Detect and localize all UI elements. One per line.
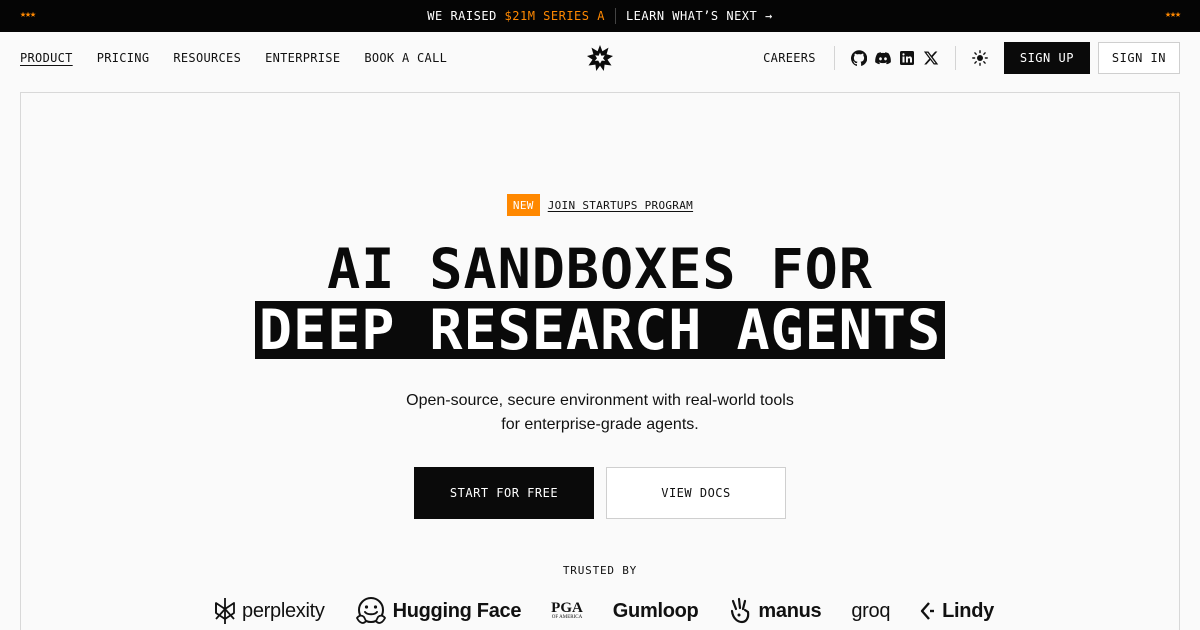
sign-in-button[interactable]: SIGN IN	[1097, 42, 1180, 74]
x-icon[interactable]	[923, 50, 939, 66]
nav-links: PRODUCT PRICING RESOURCES ENTERPRISE BOO…	[20, 32, 447, 84]
hugging-face-wordmark: Hugging Face	[392, 599, 522, 622]
announcement-bar: ★★★ WE RAISED $21M SERIES A LEARN WHAT’S…	[0, 0, 1200, 32]
hero-headline: AI SANDBOXES FOR DEEP RESEARCH AGENTS	[21, 237, 1179, 359]
perplexity-logo: perplexity	[214, 597, 325, 625]
funding-amount: $21M SERIES A	[504, 9, 605, 23]
groq-logo: groq	[851, 600, 890, 623]
manus-logo: manus	[728, 597, 822, 625]
gumloop-logo: Gumloop	[613, 600, 699, 623]
nav-link-careers[interactable]: CAREERS	[763, 51, 816, 65]
hugging-face-logo: Hugging Face	[355, 596, 522, 626]
startups-program-banner: NEW JOIN STARTUPS PROGRAM	[21, 194, 1179, 216]
cta-buttons: START FOR FREE VIEW DOCS	[21, 467, 1179, 519]
headline-line-1: AI SANDBOXES FOR	[327, 237, 873, 301]
starburst-logo-icon	[587, 45, 613, 71]
nav-link-enterprise[interactable]: ENTERPRISE	[265, 51, 340, 65]
stars-decoration-right: ★★★	[1164, 9, 1181, 20]
new-badge: NEW	[506, 194, 540, 216]
perplexity-mark-icon	[215, 598, 235, 624]
nav-link-resources[interactable]: RESOURCES	[173, 51, 241, 65]
trusted-by-label: TRUSTED BY	[562, 564, 638, 577]
sign-up-button[interactable]: SIGN UP	[1003, 42, 1090, 74]
nav-link-book-a-call[interactable]: BOOK A CALL	[364, 51, 447, 65]
brand-logo[interactable]	[586, 44, 614, 72]
announcement-divider	[614, 8, 616, 24]
github-icon[interactable]	[850, 50, 867, 66]
lindy-wordmark: Lindy	[942, 599, 994, 622]
pga-wordmark: PGA OF AMERICA	[551, 600, 583, 621]
hero-panel: NEW JOIN STARTUPS PROGRAM AI SANDBOXES F…	[20, 92, 1180, 630]
theme-toggle-sun-icon[interactable]	[971, 50, 988, 66]
announcement-content: WE RAISED $21M SERIES A LEARN WHAT’S NEX…	[0, 0, 1200, 32]
linkedin-icon[interactable]	[899, 50, 915, 66]
manus-wordmark: manus	[758, 599, 822, 622]
start-for-free-button[interactable]: START FOR FREE	[414, 467, 594, 519]
hugging-face-emoji-icon	[355, 597, 386, 624]
main-navigation: PRODUCT PRICING RESOURCES ENTERPRISE BOO…	[0, 32, 1200, 84]
trusted-logos-row: perplexity Hugging Face PGA OF AMERICA Gu…	[214, 591, 994, 630]
nav-actions: CAREERS SIGN UP SIGN IN	[763, 32, 1180, 84]
funding-announcement: WE RAISED $21M SERIES A	[427, 9, 605, 23]
join-startups-program-link[interactable]: JOIN STARTUPS PROGRAM	[548, 199, 693, 212]
subtitle-line-2: for enterprise-grade agents.	[501, 416, 699, 433]
lindy-logo: Lindy	[920, 600, 994, 623]
learn-whats-next-link[interactable]: LEARN WHAT’S NEXT →	[626, 9, 773, 23]
funding-prefix: WE RAISED	[427, 9, 505, 23]
headline-line-2-highlighted: DEEP RESEARCH AGENTS	[254, 301, 946, 359]
nav-divider	[833, 46, 835, 70]
groq-wordmark: groq	[851, 599, 891, 622]
view-docs-button[interactable]: VIEW DOCS	[606, 467, 786, 519]
pga-subtitle: OF AMERICA	[551, 615, 583, 620]
perplexity-wordmark: perplexity	[242, 599, 325, 622]
nav-link-pricing[interactable]: PRICING	[97, 51, 150, 65]
gumloop-wordmark: Gumloop	[612, 599, 699, 622]
discord-icon[interactable]	[875, 50, 891, 66]
subtitle-line-1: Open-source, secure environment with rea…	[406, 392, 794, 409]
nav-divider	[954, 46, 956, 70]
manus-hand-icon	[731, 597, 750, 624]
nav-link-product[interactable]: PRODUCT	[20, 51, 73, 65]
hero-subtitle: Open-source, secure environment with rea…	[21, 389, 1179, 437]
lindy-diamond-icon	[920, 602, 935, 620]
pga-logo: PGA OF AMERICA	[551, 601, 583, 621]
social-links	[850, 50, 939, 66]
